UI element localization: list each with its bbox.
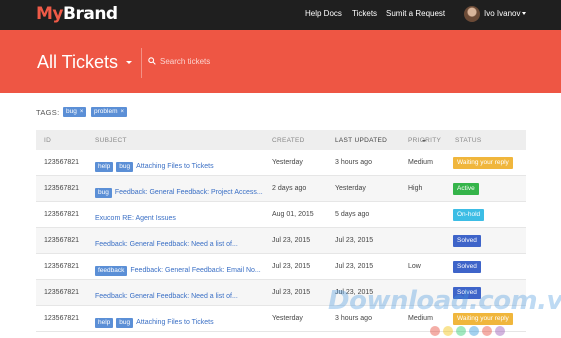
ticket-subject-cell: Exucom RE: Agent Issues	[95, 210, 176, 224]
ticket-subject-link[interactable]: Feedback: General Feedback: Project Acce…	[115, 188, 263, 198]
ticket-tag[interactable]: bug	[116, 161, 134, 172]
status-badge: Active	[453, 183, 479, 195]
ticket-subject-link[interactable]: Feedback: General Feedback: Need a list …	[95, 240, 238, 250]
column-header-subject[interactable]: SUBJECT	[95, 137, 127, 144]
watermark-dot	[482, 326, 492, 336]
table-row[interactable]: 123567821 Exucom RE: Agent Issues Aug 01, …	[36, 202, 526, 228]
ticket-last-updated: Jul 23, 2015	[335, 263, 374, 270]
table-header: ID SUBJECT CREATED LAST UPDATED PRIORITY…	[36, 130, 526, 150]
watermark-dots	[430, 323, 508, 338]
ticket-priority: Medium	[408, 159, 433, 166]
top-nav: MyBrand Help Docs Tickets Sumit a Reques…	[0, 0, 561, 30]
column-header-id[interactable]: ID	[44, 137, 51, 144]
column-header-priority[interactable]: PRIORITY	[408, 137, 441, 144]
ticket-created: Yesterday	[272, 159, 303, 166]
watermark: Download.com.vn	[328, 286, 561, 316]
ticket-tag[interactable]: bug	[95, 187, 112, 198]
search-input[interactable]	[160, 54, 320, 68]
column-header-status[interactable]: STATUS	[455, 137, 481, 144]
ticket-last-updated: 5 days ago	[335, 211, 370, 218]
ticket-created: Jul 23, 2015	[272, 263, 311, 270]
avatar[interactable]	[464, 6, 480, 22]
column-header-last-updated[interactable]: LAST UPDATED	[335, 137, 387, 144]
ticket-id: 123567821	[44, 237, 80, 244]
ticket-id: 123567821	[44, 159, 80, 166]
ticket-last-updated: Yesterday	[335, 185, 366, 192]
table-row[interactable]: 123567821 bug Feedback: General Feedback: …	[36, 176, 526, 202]
ticket-id: 123567821	[44, 211, 80, 218]
ticket-created: Jul 23, 2015	[272, 289, 311, 296]
title-chevron-down-icon[interactable]	[126, 61, 132, 64]
page-title[interactable]: All Tickets	[37, 52, 118, 73]
ticket-subject-cell: help bug Attaching Files to Tickets	[95, 314, 214, 328]
filter-tag-bug[interactable]: bug ×	[63, 107, 87, 117]
status-badge: Solved	[453, 235, 481, 247]
ticket-tag[interactable]: bug	[116, 317, 134, 328]
ticket-subject-cell: Feedback: General Feedback: Need a list …	[95, 236, 238, 250]
ticket-created: 2 days ago	[272, 185, 307, 192]
ticket-id: 123567821	[44, 185, 80, 192]
ticket-subject-cell: Feedback: General Feedback: Need a list …	[95, 288, 238, 302]
ticket-created: Yesterday	[272, 315, 303, 322]
ticket-priority: Medium	[408, 315, 433, 322]
ticket-subject-link[interactable]: Attaching Files to Tickets	[136, 162, 213, 172]
remove-tag-close-icon[interactable]: ×	[120, 109, 124, 115]
nav-submit-request[interactable]: Sumit a Request	[386, 9, 445, 18]
table-row[interactable]: 123567821 Feedback: General Feedback: Nee…	[36, 228, 526, 254]
ticket-id: 123567821	[44, 289, 80, 296]
brand-part-brand: Brand	[63, 4, 118, 24]
ticket-subject-cell: help bug Attaching Files to Tickets	[95, 158, 214, 172]
brand-logo[interactable]: MyBrand	[36, 4, 118, 24]
ticket-last-updated: Jul 23, 2015	[335, 237, 374, 244]
ticket-priority: Low	[408, 263, 421, 270]
nav-help-docs[interactable]: Help Docs	[305, 9, 342, 18]
table-row[interactable]: 123567821 feedback Feedback: General Feedb…	[36, 254, 526, 280]
filter-tag-problem[interactable]: problem ×	[91, 107, 127, 117]
page-header: All Tickets	[0, 30, 561, 93]
ticket-tag[interactable]: help	[95, 317, 114, 328]
ticket-subject-link[interactable]: Attaching Files to Tickets	[136, 318, 213, 328]
watermark-dot	[469, 326, 479, 336]
ticket-subject-link[interactable]: Feedback: General Feedback: Email No...	[130, 266, 260, 276]
user-name[interactable]: Ivo Ivanov	[484, 9, 520, 18]
ticket-subject-cell: bug Feedback: General Feedback: Project A…	[95, 184, 263, 198]
filter-tag-label: problem	[94, 108, 118, 115]
header-divider	[141, 48, 142, 78]
table-row[interactable]: 123567821 help bug Attaching Files to Ticke…	[36, 150, 526, 176]
ticket-subject-link[interactable]: Feedback: General Feedback: Need a list …	[95, 292, 238, 302]
watermark-dot	[456, 326, 466, 336]
nav-tickets[interactable]: Tickets	[352, 9, 377, 18]
filter-tag-label: bug	[66, 108, 77, 115]
ticket-created: Aug 01, 2015	[272, 211, 314, 218]
status-badge: Solved	[453, 261, 481, 273]
watermark-dot	[430, 326, 440, 336]
ticket-last-updated: 3 hours ago	[335, 159, 372, 166]
status-badge: Waiting your reply	[453, 157, 513, 169]
ticket-id: 123567821	[44, 263, 80, 270]
watermark-dot	[495, 326, 505, 336]
ticket-subject-link[interactable]: Exucom RE: Agent Issues	[95, 214, 176, 224]
ticket-subject-cell: feedback Feedback: General Feedback: Emai…	[95, 262, 261, 276]
watermark-dot	[443, 326, 453, 336]
user-menu-chevron-down-icon[interactable]	[522, 12, 526, 15]
brand-part-my: My	[36, 4, 64, 24]
search-icon	[148, 57, 156, 65]
ticket-tag[interactable]: feedback	[95, 265, 128, 276]
column-header-created[interactable]: CREATED	[272, 137, 305, 144]
tags-label: TAGS:	[36, 108, 60, 117]
ticket-created: Jul 23, 2015	[272, 237, 311, 244]
ticket-last-updated: 3 hours ago	[335, 315, 372, 322]
ticket-priority: High	[408, 185, 423, 192]
ticket-id: 123567821	[44, 315, 80, 322]
status-badge: On-hold	[453, 209, 485, 221]
remove-tag-close-icon[interactable]: ×	[80, 109, 84, 115]
ticket-tag[interactable]: help	[95, 161, 114, 172]
